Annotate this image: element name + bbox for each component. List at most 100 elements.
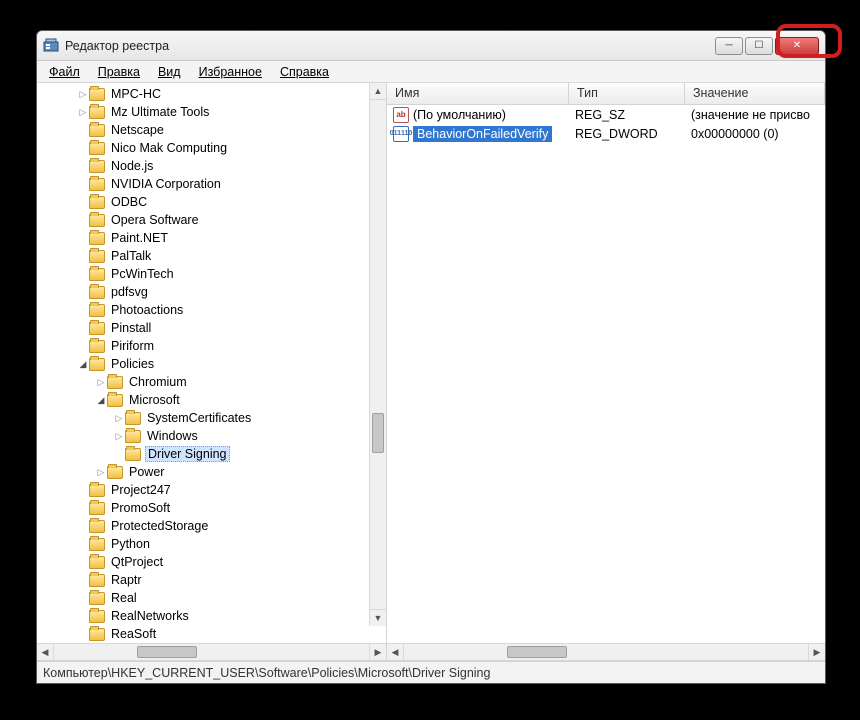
- col-value[interactable]: Значение: [685, 83, 825, 104]
- tree-node[interactable]: pdfsvg: [37, 283, 386, 301]
- tree-node[interactable]: PcWinTech: [37, 265, 386, 283]
- tree-node[interactable]: Paint.NET: [37, 229, 386, 247]
- tree-node[interactable]: Power: [37, 463, 386, 481]
- hscroll-thumb[interactable]: [137, 646, 197, 658]
- scroll-left-icon[interactable]: ◀: [387, 644, 404, 660]
- folder-icon: [89, 196, 105, 209]
- scroll-right-icon[interactable]: ▶: [808, 644, 825, 660]
- tree-node[interactable]: Raptr: [37, 571, 386, 589]
- tree-node[interactable]: Piriform: [37, 337, 386, 355]
- tree-node[interactable]: Driver Signing: [37, 445, 386, 463]
- folder-icon: [125, 412, 141, 425]
- folder-icon: [125, 430, 141, 443]
- folder-icon: [89, 268, 105, 281]
- scroll-up-icon[interactable]: ▲: [370, 83, 386, 100]
- value-type: REG_DWORD: [569, 127, 685, 141]
- status-path: Компьютер\HKEY_CURRENT_USER\Software\Pol…: [43, 666, 490, 680]
- expand-icon[interactable]: [95, 467, 107, 478]
- tree-node[interactable]: PromoSoft: [37, 499, 386, 517]
- tree-vertical-scrollbar[interactable]: ▲ ▼: [369, 83, 386, 626]
- expand-icon[interactable]: [95, 377, 107, 388]
- scroll-thumb[interactable]: [372, 413, 384, 453]
- value-row[interactable]: ab(По умолчанию)REG_SZ(значение не присв…: [387, 105, 825, 124]
- scroll-right-icon[interactable]: ▶: [369, 644, 386, 660]
- tree-node-label: RealNetworks: [109, 609, 191, 623]
- tree-node[interactable]: Photoactions: [37, 301, 386, 319]
- tree-node[interactable]: RealNetworks: [37, 607, 386, 625]
- registry-tree[interactable]: MPC-HC Mz Ultimate ToolsNetscapeNico Mak …: [37, 83, 386, 643]
- values-horizontal-scrollbar[interactable]: ◀ ▶: [387, 643, 825, 660]
- value-name: BehaviorOnFailedVerify: [413, 126, 552, 142]
- tree-node[interactable]: ODBC: [37, 193, 386, 211]
- tree-node[interactable]: SystemCertificates: [37, 409, 386, 427]
- tree-node[interactable]: Netscape: [37, 121, 386, 139]
- col-type[interactable]: Тип: [569, 83, 685, 104]
- tree-node[interactable]: PalTalk: [37, 247, 386, 265]
- folder-icon: [89, 232, 105, 245]
- collapse-icon[interactable]: [77, 359, 89, 370]
- tree-node[interactable]: Python: [37, 535, 386, 553]
- window-title: Редактор реестра: [65, 39, 169, 53]
- content-area: MPC-HC Mz Ultimate ToolsNetscapeNico Mak …: [37, 83, 825, 661]
- scroll-down-icon[interactable]: ▼: [370, 609, 386, 626]
- close-button[interactable]: ✕: [775, 37, 819, 55]
- tree-node-label: Paint.NET: [109, 231, 170, 245]
- values-list[interactable]: ab(По умолчанию)REG_SZ(значение не присв…: [387, 105, 825, 643]
- menu-favorites[interactable]: Избранное: [191, 63, 270, 81]
- folder-icon: [89, 124, 105, 137]
- menu-view[interactable]: Вид: [150, 63, 189, 81]
- maximize-button[interactable]: ☐: [745, 37, 773, 55]
- tree-node-label: ProtectedStorage: [109, 519, 210, 533]
- scroll-left-icon[interactable]: ◀: [37, 644, 54, 660]
- values-header[interactable]: Имя Тип Значение: [387, 83, 825, 105]
- tree-pane: MPC-HC Mz Ultimate ToolsNetscapeNico Mak …: [37, 83, 387, 660]
- tree-node[interactable]: Opera Software: [37, 211, 386, 229]
- tree-node-label: MPC-HC: [109, 87, 163, 101]
- tree-node[interactable]: Pinstall: [37, 319, 386, 337]
- folder-icon: [89, 502, 105, 515]
- tree-node[interactable]: Nico Mak Computing: [37, 139, 386, 157]
- value-name: (По умолчанию): [413, 108, 506, 122]
- menu-edit[interactable]: Правка: [90, 63, 148, 81]
- folder-icon: [107, 466, 123, 479]
- tree-node-label: Pinstall: [109, 321, 153, 335]
- folder-icon: [89, 250, 105, 263]
- collapse-icon[interactable]: [95, 395, 107, 406]
- menu-help[interactable]: Справка: [272, 63, 337, 81]
- tree-node-label: PcWinTech: [109, 267, 176, 281]
- tree-node-label: Windows: [145, 429, 200, 443]
- tree-node[interactable]: ReaSoft: [37, 625, 386, 643]
- value-data: 0x00000000 (0): [685, 127, 825, 141]
- tree-node[interactable]: Mz Ultimate Tools: [37, 103, 386, 121]
- tree-node[interactable]: Node.js: [37, 157, 386, 175]
- expand-icon[interactable]: [77, 107, 89, 118]
- tree-node[interactable]: QtProject: [37, 553, 386, 571]
- tree-node[interactable]: Chromium: [37, 373, 386, 391]
- folder-icon: [107, 376, 123, 389]
- tree-node-label: Policies: [109, 357, 156, 371]
- menu-file[interactable]: Файл: [41, 63, 88, 81]
- folder-icon: [107, 394, 123, 407]
- value-type: REG_SZ: [569, 108, 685, 122]
- tree-node[interactable]: Windows: [37, 427, 386, 445]
- expand-icon[interactable]: [113, 431, 125, 442]
- tree-node-label: Raptr: [109, 573, 144, 587]
- col-name[interactable]: Имя: [387, 83, 569, 104]
- hscroll-thumb[interactable]: [507, 646, 567, 658]
- tree-node-label: Project247: [109, 483, 173, 497]
- tree-node[interactable]: NVIDIA Corporation: [37, 175, 386, 193]
- minimize-button[interactable]: ─: [715, 37, 743, 55]
- string-value-icon: ab: [393, 107, 409, 123]
- titlebar[interactable]: Редактор реестра ─ ☐ ✕: [37, 31, 825, 61]
- tree-node[interactable]: MPC-HC: [37, 85, 386, 103]
- tree-node[interactable]: Project247: [37, 481, 386, 499]
- value-row[interactable]: 011110BehaviorOnFailedVerifyREG_DWORD0x0…: [387, 124, 825, 143]
- expand-icon[interactable]: [77, 89, 89, 100]
- tree-node[interactable]: ProtectedStorage: [37, 517, 386, 535]
- tree-node[interactable]: Policies: [37, 355, 386, 373]
- folder-icon: [89, 286, 105, 299]
- tree-horizontal-scrollbar[interactable]: ◀ ▶: [37, 643, 386, 660]
- tree-node[interactable]: Microsoft: [37, 391, 386, 409]
- expand-icon[interactable]: [113, 413, 125, 424]
- tree-node[interactable]: Real: [37, 589, 386, 607]
